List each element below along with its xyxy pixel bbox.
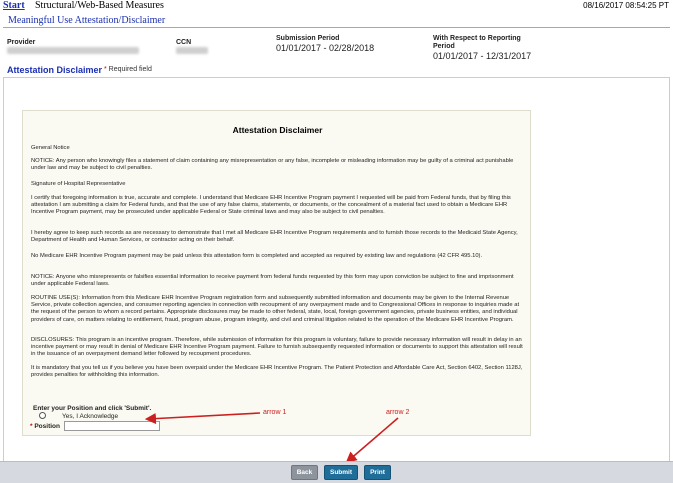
annotation-arrows [144,412,399,464]
arrow-2-line [345,417,399,464]
print-button[interactable]: Print [364,465,391,480]
arrow-1-label: arrow 1 [263,409,287,416]
arrow-2-label: arrow 2 [386,409,410,416]
back-button[interactable]: Back [291,465,318,480]
arrow-1-line [144,412,261,425]
submit-button[interactable]: Submit [324,465,358,480]
